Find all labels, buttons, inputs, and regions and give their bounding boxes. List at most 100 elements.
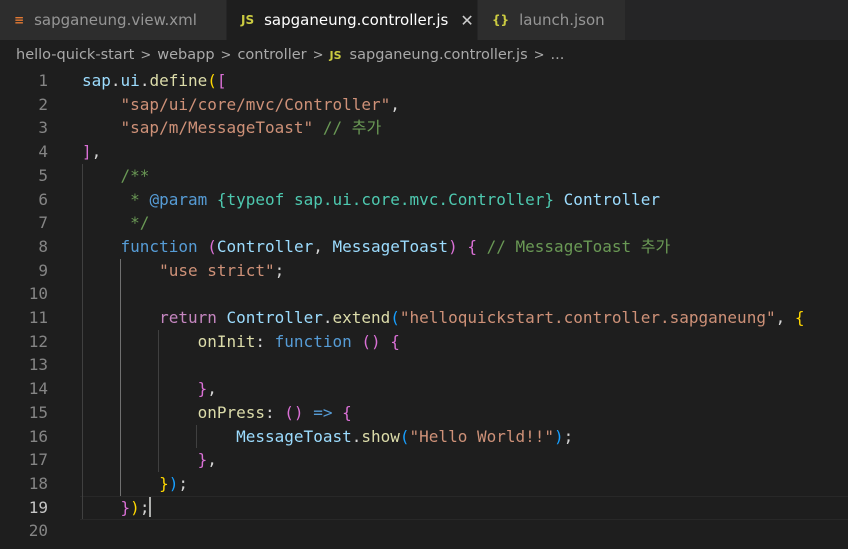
code-line[interactable]: 7 */ bbox=[0, 211, 848, 235]
code-token: ( bbox=[390, 308, 400, 327]
code-line[interactable]: 1 sap.ui.define([ bbox=[0, 69, 848, 93]
code-text: */ bbox=[82, 211, 149, 235]
code-token: } bbox=[159, 473, 169, 493]
breadcrumb: hello-quick-start > webapp > controller … bbox=[0, 40, 848, 70]
code-token: "sap/ui/core/mvc/Controller" bbox=[120, 94, 391, 114]
code-text: * @param {typeof sap.ui.core.mvc.Control… bbox=[82, 188, 660, 212]
code-token: () bbox=[361, 331, 381, 351]
code-line[interactable]: 18 }); bbox=[0, 472, 848, 496]
code-token: ) bbox=[554, 426, 564, 446]
code-token: } bbox=[197, 450, 208, 470]
code-line[interactable]: 8 function (Controller, MessageToast) { … bbox=[0, 235, 848, 259]
code-token: */ bbox=[130, 213, 150, 233]
code-token: { bbox=[390, 331, 400, 351]
code-text: onInit: function () { bbox=[82, 330, 400, 354]
code-token: ) bbox=[130, 497, 140, 517]
code-line[interactable]: 15 onPress: () => { bbox=[0, 401, 848, 425]
code-line[interactable]: 9 "use strict"; bbox=[0, 259, 848, 283]
code-token: show bbox=[361, 426, 400, 446]
code-token: "use strict" bbox=[159, 260, 275, 280]
code-token: ; bbox=[563, 426, 574, 446]
chevron-right-icon: > bbox=[533, 47, 545, 63]
line-number: 1 bbox=[38, 71, 48, 90]
tab-sapganeung-view-xml[interactable]: ≡ sapganeung.view.xml bbox=[0, 0, 227, 40]
code-token: . bbox=[139, 71, 150, 90]
line-number: 9 bbox=[38, 260, 48, 280]
code-token: . bbox=[351, 426, 362, 446]
code-token: => bbox=[313, 402, 333, 422]
code-text: }, bbox=[82, 448, 217, 472]
breadcrumb-item-webapp[interactable]: webapp bbox=[157, 47, 214, 63]
close-icon[interactable]: ✕ bbox=[460, 11, 473, 30]
code-text: }); bbox=[82, 496, 152, 520]
line-number: 18 bbox=[28, 473, 48, 493]
tab-launch-json[interactable]: {} launch.json bbox=[478, 0, 626, 40]
code-token: { bbox=[342, 402, 352, 422]
chevron-right-icon: > bbox=[220, 47, 232, 63]
line-number: 4 bbox=[38, 142, 48, 162]
line-number: 7 bbox=[38, 213, 48, 233]
code-text: }); bbox=[82, 472, 188, 496]
tab-label: sapganeung.view.xml bbox=[34, 11, 197, 29]
code-token: , bbox=[313, 236, 333, 256]
tab-sapganeung-controller-js[interactable]: JS sapganeung.controller.js ✕ bbox=[227, 0, 478, 40]
code-token: ; bbox=[139, 497, 150, 517]
code-line[interactable]: 12 onInit: function () { bbox=[0, 330, 848, 354]
breadcrumb-item-symbols[interactable]: ... bbox=[551, 47, 565, 63]
tab-label: sapganeung.controller.js bbox=[264, 11, 449, 29]
code-line[interactable]: 20 bbox=[0, 519, 848, 543]
code-token: /** bbox=[120, 165, 150, 185]
line-number: 6 bbox=[38, 189, 48, 209]
code-line[interactable]: 5 /** bbox=[0, 164, 848, 188]
code-text: return Controller.extend("helloquickstar… bbox=[82, 306, 804, 330]
line-number: 19 bbox=[28, 497, 48, 517]
json-file-icon: {} bbox=[492, 13, 510, 27]
chevron-right-icon: > bbox=[312, 47, 324, 63]
code-token: , bbox=[207, 450, 217, 470]
code-line[interactable]: 19 }); bbox=[0, 496, 848, 520]
code-line[interactable]: 14 }, bbox=[0, 377, 848, 401]
line-number: 3 bbox=[38, 118, 48, 138]
line-number: 2 bbox=[38, 94, 48, 114]
breadcrumb-item-controller[interactable]: controller bbox=[237, 47, 306, 63]
code-line[interactable]: 4], bbox=[0, 140, 848, 164]
code-line[interactable]: 11 return Controller.extend("helloquicks… bbox=[0, 306, 848, 330]
code-line[interactable]: 10 bbox=[0, 282, 848, 306]
code-line[interactable]: 13 bbox=[0, 353, 848, 377]
breadcrumb-item-hello-quick-start[interactable]: hello-quick-start bbox=[16, 47, 134, 63]
code-token: ( bbox=[207, 71, 217, 90]
code-token: Controller bbox=[226, 308, 323, 327]
line-number: 5 bbox=[38, 165, 48, 185]
code-token: MessageToast bbox=[236, 426, 352, 446]
code-editor[interactable]: 1 sap.ui.define([2 "sap/ui/core/mvc/Contr… bbox=[0, 68, 848, 549]
code-line[interactable]: 6 * @param {typeof sap.ui.core.mvc.Contr… bbox=[0, 188, 848, 212]
code-token: ; bbox=[178, 473, 188, 493]
code-line[interactable]: 16 MessageToast.show("Hello World!!"); bbox=[0, 425, 848, 449]
breadcrumb-item-file[interactable]: sapganeung.controller.js bbox=[350, 47, 528, 63]
code-token: ) bbox=[448, 236, 458, 256]
code-token: [ bbox=[216, 71, 227, 90]
line-number: 20 bbox=[28, 521, 48, 541]
code-line[interactable]: 17 }, bbox=[0, 448, 848, 472]
code-token: ( bbox=[399, 426, 410, 446]
chevron-right-icon: > bbox=[140, 47, 152, 63]
code-line[interactable]: 2 "sap/ui/core/mvc/Controller", bbox=[0, 93, 848, 117]
code-text: onPress: () => { bbox=[82, 401, 352, 425]
code-line[interactable]: 3 "sap/m/MessageToast" // 추가 bbox=[0, 116, 848, 140]
code-token: onPress bbox=[197, 402, 266, 422]
